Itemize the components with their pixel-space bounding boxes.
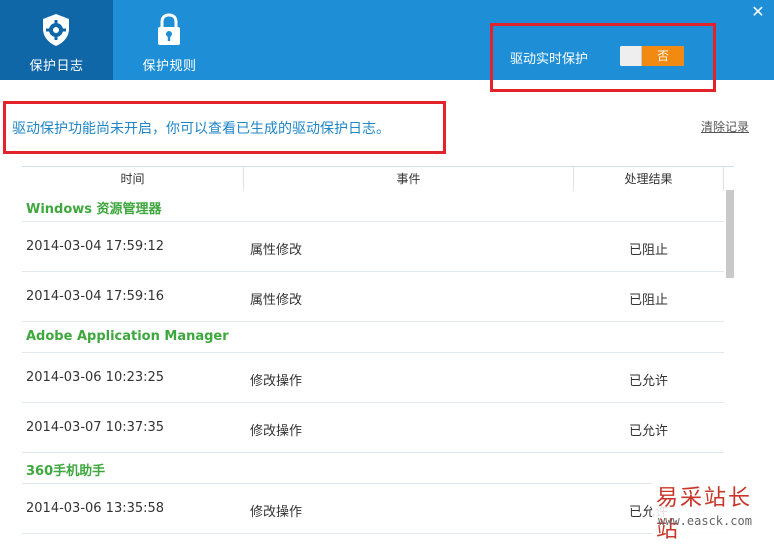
tab-label: 保护日志	[29, 59, 84, 74]
column-header-time[interactable]: 时间	[22, 167, 244, 191]
group-name: Adobe Application Manager	[26, 329, 229, 344]
group-row[interactable]: Adobe Application Manager	[22, 322, 724, 353]
cell-time: 2014-03-04 17:59:12	[26, 239, 165, 254]
cell-result: 已阻止	[629, 293, 669, 308]
group-name: 360手机助手	[26, 464, 106, 479]
cell-event: 修改操作	[250, 505, 303, 520]
watermark-url: www.easck.com	[658, 514, 752, 528]
table-row[interactable]: 2014-03-06 10:23:25 修改操作 已允许	[22, 353, 724, 403]
table-row[interactable]: 2014-03-07 10:37:35 修改操作 已允许	[22, 403, 724, 453]
cell-event: 属性修改	[250, 293, 303, 308]
cell-result: 已允许	[629, 374, 669, 389]
cell-time: 2014-03-06 13:35:58	[26, 501, 165, 516]
cell-result: 已允许	[629, 424, 669, 439]
table-header: 时间 事件 处理结果	[22, 167, 724, 191]
watermark-text: 易采站长站	[656, 486, 753, 543]
tab-protection-log[interactable]: 保护日志	[0, 0, 113, 80]
protection-notice: 驱动保护功能尚未开启，你可以查看已生成的驱动保护日志。	[12, 121, 390, 137]
group-row[interactable]: Windows 资源管理器	[22, 191, 724, 222]
cell-event: 属性修改	[250, 243, 303, 258]
group-name: Windows 资源管理器	[26, 202, 162, 217]
cell-time: 2014-03-06 10:23:25	[26, 370, 165, 385]
cell-time: 2014-03-04 17:59:16	[26, 289, 165, 304]
shield-gear-icon	[43, 14, 69, 46]
table-row[interactable]: 2014-03-04 17:59:12 属性修改 已阻止	[22, 222, 724, 272]
tab-label: 保护规则	[142, 59, 197, 74]
close-icon[interactable]: ✕	[750, 4, 766, 20]
log-table: 时间 事件 处理结果 Windows 资源管理器 2014-03-04 17:5…	[22, 166, 734, 537]
highlight-box-toggle	[490, 23, 716, 92]
table-row[interactable]: 2014-03-04 17:59:16 属性修改 已阻止	[22, 272, 724, 322]
table-body: Windows 资源管理器 2014-03-04 17:59:12 属性修改 已…	[22, 191, 724, 534]
column-header-event[interactable]: 事件	[244, 167, 574, 191]
group-row[interactable]: 360手机助手	[22, 453, 724, 484]
site-watermark: 易采站长站 www.easck.com	[652, 474, 774, 543]
column-header-result[interactable]: 处理结果	[574, 167, 724, 191]
cell-event: 修改操作	[250, 424, 303, 439]
clear-records-link[interactable]: 清除记录	[701, 118, 749, 135]
tab-protection-rules[interactable]: 保护规则	[113, 0, 226, 80]
cell-time: 2014-03-07 10:37:35	[26, 420, 165, 435]
cell-event: 修改操作	[250, 374, 303, 389]
vertical-scrollbar-thumb[interactable]	[726, 190, 734, 278]
table-row[interactable]: 2014-03-06 13:35:58 修改操作 已允许	[22, 484, 724, 534]
lock-icon	[158, 13, 180, 45]
cell-result: 已阻止	[629, 243, 669, 258]
